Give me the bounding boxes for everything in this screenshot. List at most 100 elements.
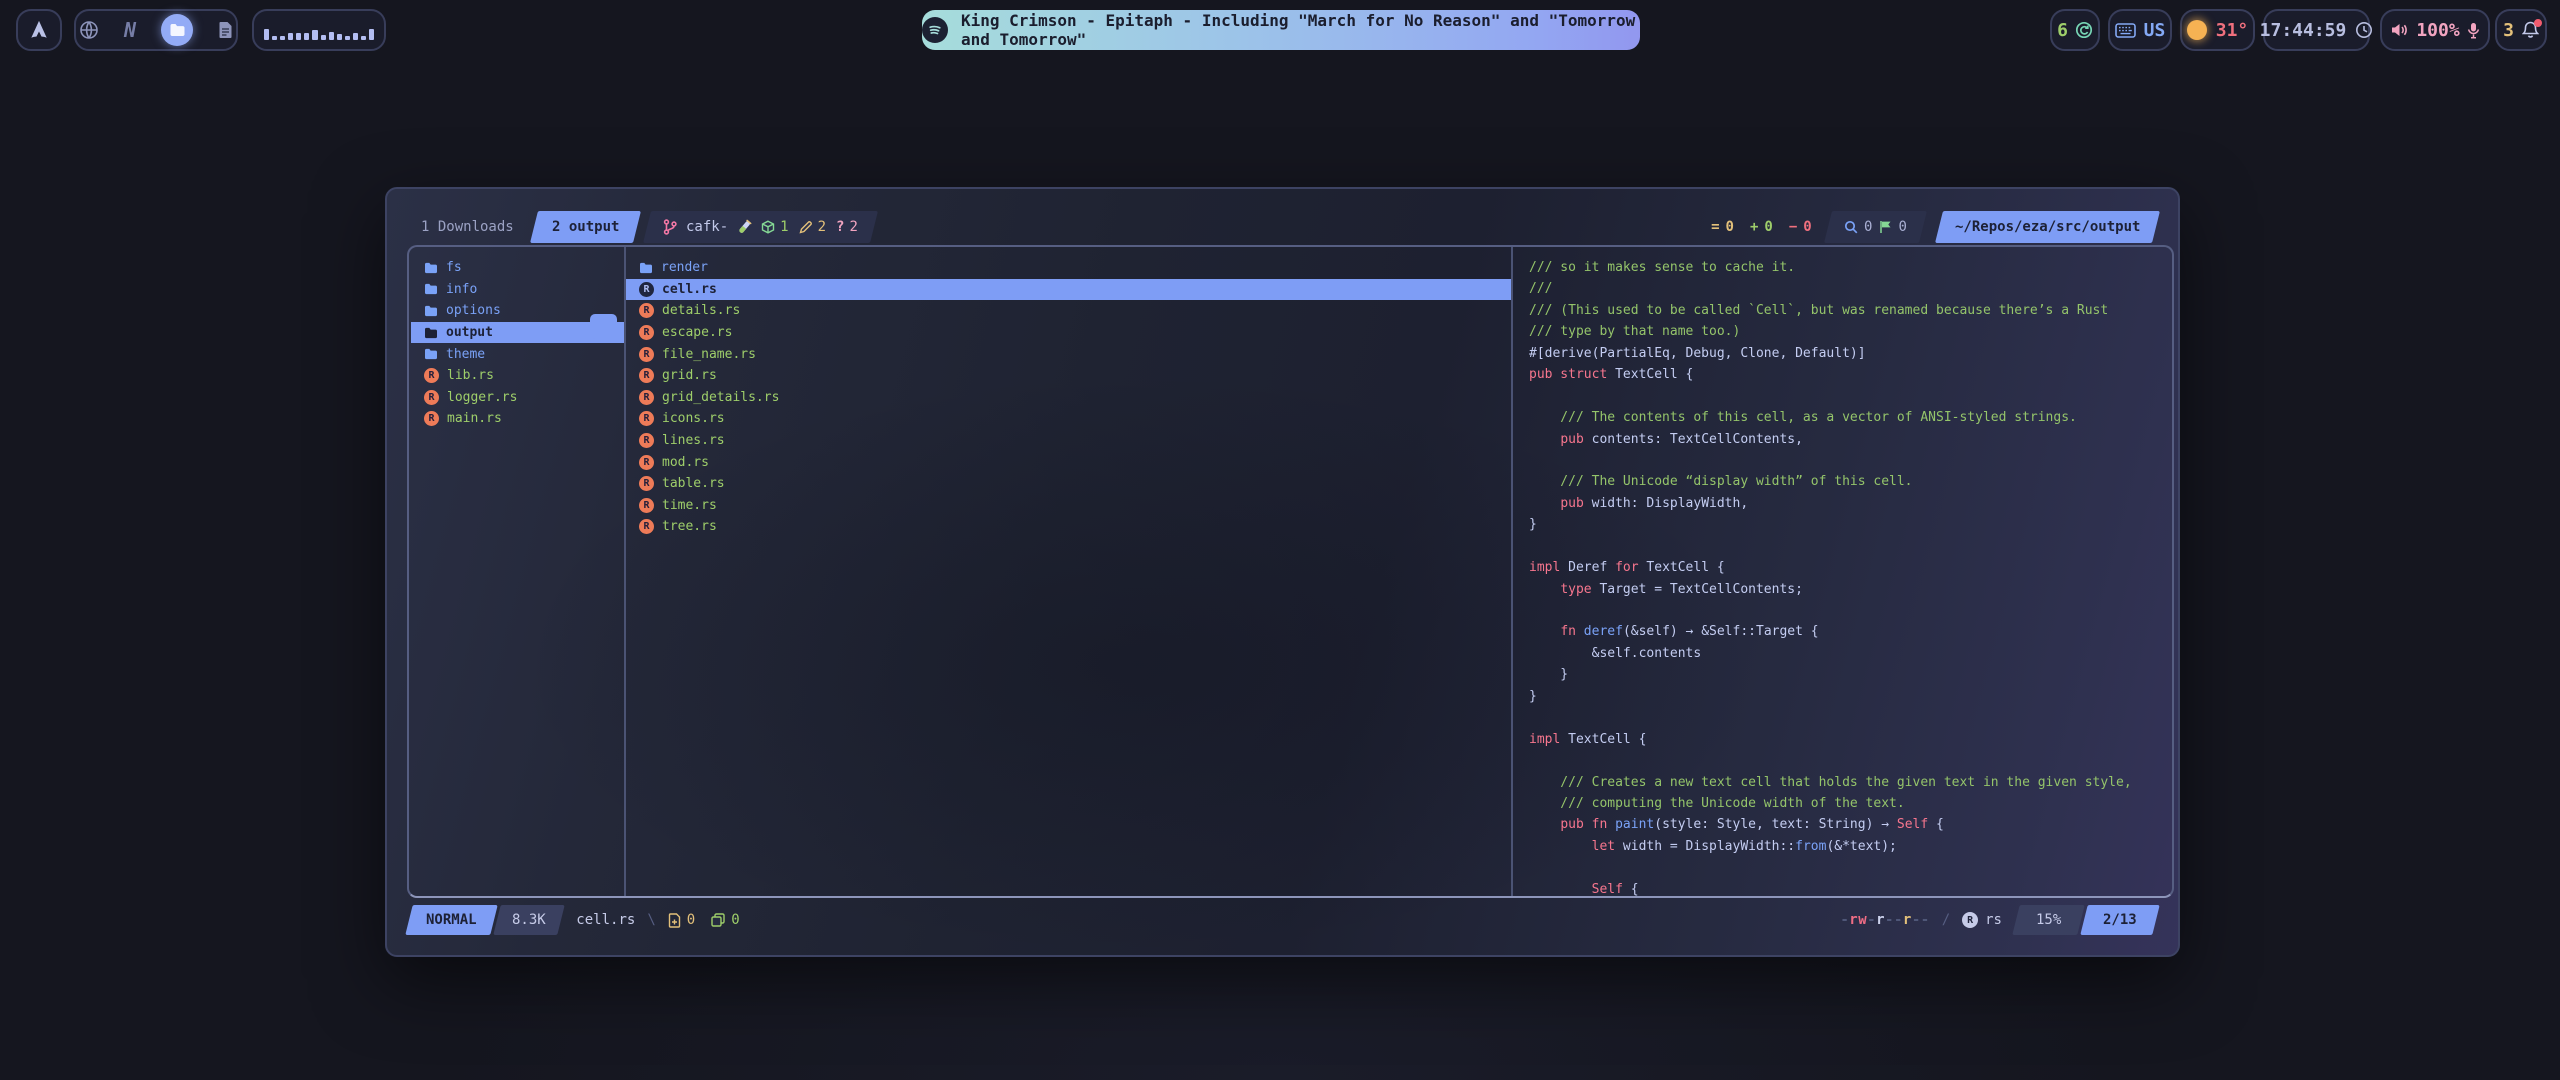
code-line: /// The Unicode “display width” of this … bbox=[1529, 471, 2172, 492]
notification-count: 3 bbox=[2503, 20, 2514, 41]
code-line: /// so it makes sense to cache it. bbox=[1529, 257, 2172, 278]
file-row-lib.rs[interactable]: Rlib.rs bbox=[411, 365, 624, 387]
rust-icon: R bbox=[639, 433, 654, 448]
separator: / bbox=[1942, 905, 1950, 935]
code-line: } bbox=[1529, 514, 2172, 535]
code-line: } bbox=[1529, 664, 2172, 685]
notifications-widget[interactable]: 3 bbox=[2495, 9, 2547, 51]
workspace-files-active[interactable] bbox=[161, 14, 193, 46]
updates-count: 6 bbox=[2057, 20, 2068, 41]
terminal-window-yazi: 1 Downloads2 output cafk- 12?2 =0+0−0 00 bbox=[385, 187, 2180, 957]
yazi-status-bar: NORMAL 8.3K cell.rs \ 00 -rw-r--r-- / R … bbox=[409, 905, 2156, 935]
code-line: /// (This used to be called `Cell`, but … bbox=[1529, 300, 2172, 321]
file-name: icons.rs bbox=[662, 411, 725, 426]
file-row-details.rs[interactable]: Rdetails.rs bbox=[626, 300, 1511, 322]
visualizer-bar bbox=[329, 32, 334, 40]
file-row-mod.rs[interactable]: Rmod.rs bbox=[626, 451, 1511, 473]
audio-visualizer bbox=[252, 9, 386, 51]
diff-counter: =0 bbox=[1711, 219, 1734, 235]
cursor-position: 2/13 bbox=[2081, 905, 2160, 935]
file-row-grid.rs[interactable]: Rgrid.rs bbox=[626, 365, 1511, 387]
code-line bbox=[1529, 536, 2172, 557]
separator: \ bbox=[647, 905, 655, 935]
launcher-button[interactable] bbox=[16, 9, 62, 51]
visualizer-bar bbox=[321, 35, 326, 40]
file-row-tree.rs[interactable]: Rtree.rs bbox=[626, 516, 1511, 538]
file-row-main.rs[interactable]: Rmain.rs bbox=[411, 408, 624, 430]
file-row-time.rs[interactable]: Rtime.rs bbox=[626, 495, 1511, 517]
code-line bbox=[1529, 750, 2172, 771]
bell-icon bbox=[2522, 21, 2539, 39]
copies-icon bbox=[711, 913, 725, 927]
rust-icon: R bbox=[639, 347, 654, 362]
file-row-fs[interactable]: fs bbox=[411, 257, 624, 279]
rust-icon: R bbox=[639, 498, 654, 513]
folder-icon bbox=[639, 262, 653, 274]
code-line bbox=[1529, 386, 2172, 407]
workspace-browser[interactable] bbox=[79, 20, 99, 40]
desktop: N King Crimson - Epitaph - Including "Ma… bbox=[0, 0, 2560, 1080]
folder-icon bbox=[424, 348, 438, 360]
flag-icon bbox=[1879, 220, 1892, 234]
file-row-logger.rs[interactable]: Rlogger.rs bbox=[411, 387, 624, 409]
file-row-lines.rs[interactable]: Rlines.rs bbox=[626, 430, 1511, 452]
file-row-cell.rs[interactable]: Rcell.rs bbox=[626, 279, 1511, 301]
folder-icon bbox=[424, 283, 438, 295]
temperature: 31° bbox=[2216, 20, 2249, 41]
rust-icon: R bbox=[424, 390, 439, 405]
code-line: type Target = TextCellContents; bbox=[1529, 579, 2172, 600]
globe-icon bbox=[79, 20, 99, 40]
clock-widget[interactable]: 17:44:59 bbox=[2263, 9, 2370, 51]
scrollbar-thumb[interactable] bbox=[590, 314, 617, 339]
visualizer-bar bbox=[280, 36, 285, 40]
git-status-segment: cafk- 12?2 bbox=[643, 211, 878, 243]
breadcrumb-path[interactable]: ~/Repos/eza/src/output bbox=[1935, 211, 2160, 243]
file-row-theme[interactable]: theme bbox=[411, 343, 624, 365]
workspace-notes[interactable] bbox=[218, 21, 233, 39]
folder-icon bbox=[169, 23, 186, 37]
visualizer-bar bbox=[272, 36, 277, 40]
code-line bbox=[1529, 707, 2172, 728]
package-icon bbox=[761, 220, 775, 234]
file-row-file_name.rs[interactable]: Rfile_name.rs bbox=[626, 343, 1511, 365]
visualizer-bar bbox=[337, 34, 342, 40]
clock-icon bbox=[2355, 21, 2373, 39]
rust-icon: R bbox=[639, 390, 654, 405]
git-stat: 2 bbox=[799, 219, 826, 235]
speaker-icon bbox=[2390, 22, 2409, 38]
code-line bbox=[1529, 600, 2172, 621]
file-name: logger.rs bbox=[447, 390, 517, 405]
tab-output[interactable]: 2 output bbox=[530, 211, 641, 243]
visualizer-bar bbox=[361, 36, 366, 40]
folder-icon bbox=[424, 262, 438, 274]
file-name: tree.rs bbox=[662, 519, 717, 534]
search-flag-segment: 00 bbox=[1824, 211, 1927, 243]
file-row-icons.rs[interactable]: Ricons.rs bbox=[626, 408, 1511, 430]
workspace-editor[interactable]: N bbox=[124, 18, 136, 42]
updates-widget[interactable]: 6 bbox=[2050, 9, 2100, 51]
media-player-widget[interactable]: King Crimson - Epitaph - Including "Marc… bbox=[922, 10, 1640, 50]
rust-icon: R bbox=[639, 476, 654, 491]
visualizer-bar bbox=[353, 33, 358, 40]
status-bar: N King Crimson - Epitaph - Including "Ma… bbox=[0, 0, 2560, 62]
code-line: /// The contents of this cell, as a vect… bbox=[1529, 407, 2172, 428]
weather-widget[interactable]: 31° bbox=[2180, 9, 2255, 51]
file-row-info[interactable]: info bbox=[411, 279, 624, 301]
keyboard-layout-widget[interactable]: US bbox=[2108, 9, 2172, 51]
file-name: file_name.rs bbox=[662, 347, 756, 362]
file-row-render[interactable]: render bbox=[626, 257, 1511, 279]
file-plus-counter: 0 bbox=[668, 905, 695, 935]
diff-counter: +0 bbox=[1750, 219, 1773, 235]
change-counters: =0+0−0 bbox=[1711, 211, 1812, 243]
file-row-table.rs[interactable]: Rtable.rs bbox=[626, 473, 1511, 495]
file-row-grid_details.rs[interactable]: Rgrid_details.rs bbox=[626, 387, 1511, 409]
file-row-escape.rs[interactable]: Rescape.rs bbox=[626, 322, 1511, 344]
volume-widget[interactable]: 100% bbox=[2380, 9, 2490, 51]
file-name: mod.rs bbox=[662, 455, 709, 470]
tab-Downloads[interactable]: 1 Downloads bbox=[409, 211, 526, 243]
preview-pane[interactable]: /// so it makes sense to cache it.//////… bbox=[1513, 257, 2172, 896]
unread-dot bbox=[2534, 19, 2542, 27]
file-name: grid.rs bbox=[662, 368, 717, 383]
git-stats: 12?2 bbox=[761, 219, 858, 235]
current-pane: renderRcell.rsRdetails.rsRescape.rsRfile… bbox=[626, 257, 1511, 896]
